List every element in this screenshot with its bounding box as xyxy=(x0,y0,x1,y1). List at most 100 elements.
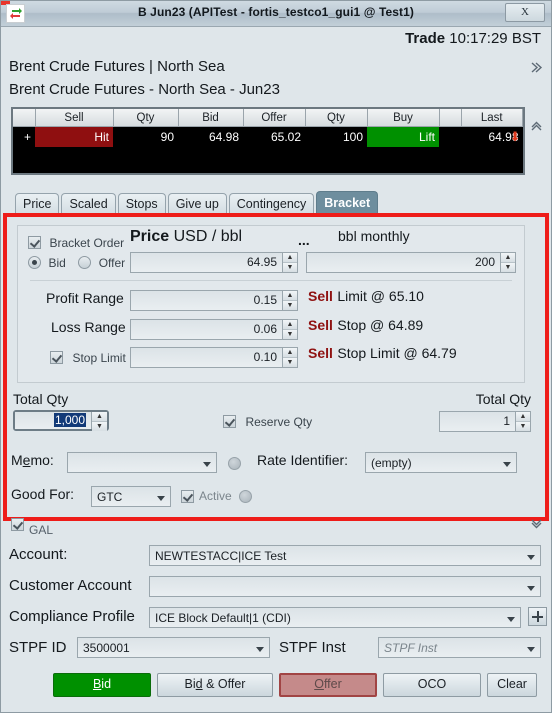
good-for-select[interactable]: GTC xyxy=(91,486,171,507)
bid-button[interactable]: Bid xyxy=(53,673,151,697)
stop-limit-step-up[interactable]: ▲ xyxy=(283,348,297,358)
reserve-qty-row[interactable]: Reserve Qty xyxy=(223,413,312,431)
instrument-name: Brent Crude Futures | North Sea xyxy=(9,58,225,75)
account-select[interactable]: NEWTESTACC|ICE Test xyxy=(149,545,541,566)
bid-and-offer-button[interactable]: Bid & Offer xyxy=(157,673,273,697)
expand-right-icon[interactable] xyxy=(530,61,543,77)
tab-bracket[interactable]: Bracket xyxy=(316,191,379,214)
market-depth-grid[interactable]: Sell Qty Bid Offer Qty Buy Last + Hit 90… xyxy=(11,107,525,175)
oco-button[interactable]: OCO xyxy=(383,673,481,697)
bracket-fields-group: Bracket Order Price USD / bbl ... bbl mo… xyxy=(17,225,525,383)
tab-price[interactable]: Price xyxy=(15,193,60,214)
profit-range-step-down[interactable]: ▼ xyxy=(283,301,297,310)
stop-limit-stepper[interactable]: ▲ ▼ xyxy=(282,347,298,368)
active-checkbox[interactable] xyxy=(181,490,194,503)
hit-button[interactable]: Hit xyxy=(35,126,113,147)
col-qty-sell[interactable]: Qty xyxy=(113,109,179,127)
qty-ellipsis[interactable]: ... xyxy=(298,232,310,248)
close-button[interactable]: X xyxy=(505,3,545,22)
rate-identifier-label: Rate Identifier: xyxy=(257,452,349,468)
stop-limit-label: Stop Limit xyxy=(72,351,126,365)
quantity-step-down[interactable]: ▼ xyxy=(501,263,515,272)
loss-range-step-up[interactable]: ▲ xyxy=(283,320,297,330)
down-arrow-icon: ⬇ xyxy=(509,129,521,144)
bracket-order-checkbox-row[interactable]: Bracket Order xyxy=(28,234,124,252)
col-bid[interactable]: Bid xyxy=(178,109,244,127)
total-qty-left-spinner[interactable]: 1,000 ▲ ▼ xyxy=(13,410,109,431)
profit-range-spinner[interactable]: 0.15 ▲ ▼ xyxy=(130,290,298,311)
stop-limit-result: Sell Stop Limit @ 64.79 xyxy=(308,345,457,363)
quantity-step-up[interactable]: ▲ xyxy=(501,253,515,263)
bracket-order-checkbox[interactable] xyxy=(28,236,41,249)
memo-select[interactable] xyxy=(67,452,217,473)
col-last[interactable]: Last xyxy=(461,109,523,127)
total-qty-right-stepper[interactable]: ▲ ▼ xyxy=(515,411,531,432)
price-heading-bold: Price xyxy=(130,228,170,245)
grid-header-row: Sell Qty Bid Offer Qty Buy Last xyxy=(13,109,523,127)
price-step-down[interactable]: ▼ xyxy=(283,263,297,272)
clear-button[interactable]: Clear xyxy=(487,673,537,697)
total-qty-right-step-up[interactable]: ▲ xyxy=(516,412,530,422)
profit-range-stepper[interactable]: ▲ ▼ xyxy=(282,290,298,311)
col-buy[interactable]: Buy xyxy=(367,109,440,127)
compliance-profile-select[interactable]: ICE Block Default|1 (CDI) xyxy=(149,607,521,628)
stop-limit-step-down[interactable]: ▼ xyxy=(283,358,297,367)
memo-status-indicator xyxy=(228,457,241,470)
quantity-input[interactable]: 200 xyxy=(306,252,500,273)
collapse-up-icon[interactable] xyxy=(530,119,543,135)
total-qty-left-input[interactable]: 1,000 xyxy=(15,412,91,429)
loss-range-step-down[interactable]: ▼ xyxy=(283,330,297,339)
stop-limit-checkbox[interactable] xyxy=(50,351,63,364)
reserve-qty-checkbox[interactable] xyxy=(223,415,236,428)
tab-give-up[interactable]: Give up xyxy=(167,193,227,214)
stpf-inst-label: STPF Inst xyxy=(279,639,346,656)
lift-button[interactable]: Lift xyxy=(367,126,439,147)
loss-range-input[interactable]: 0.06 xyxy=(130,319,282,340)
order-type-tabs: Price Scaled Stops Give up Contingency Bracke… xyxy=(15,191,380,214)
tab-contingency[interactable]: Contingency xyxy=(228,193,315,214)
table-row[interactable]: + Hit 90 64.98 65.02 100 Lift 64.98 ⬇ xyxy=(13,126,523,148)
stop-limit-checkbox-row[interactable]: Stop Limit xyxy=(50,349,126,367)
total-qty-left-stepper[interactable]: ▲ ▼ xyxy=(91,412,107,431)
collapse-down-icon[interactable] xyxy=(530,517,543,533)
trade-timestamp: Trade 10:17:29 BST xyxy=(405,30,541,47)
total-qty-left-step-down[interactable]: ▼ xyxy=(92,422,107,431)
side-offer-label: Offer xyxy=(98,256,126,270)
title-bar: B Jun23 (APITest - fortis_testco1_gui1 @… xyxy=(1,1,551,27)
loss-result-side: Sell xyxy=(308,317,333,333)
profit-range-step-up[interactable]: ▲ xyxy=(283,291,297,301)
customer-account-select[interactable] xyxy=(149,576,541,597)
price-input[interactable]: 64.95 xyxy=(130,252,282,273)
col-offer[interactable]: Offer xyxy=(243,109,306,127)
stpf-inst-select[interactable]: STPF Inst xyxy=(378,637,541,658)
stpf-id-select[interactable]: 3500001 xyxy=(77,637,270,658)
profit-result-text: Limit @ 65.10 xyxy=(337,288,424,304)
profit-range-input[interactable]: 0.15 xyxy=(130,290,282,311)
tab-stops[interactable]: Stops xyxy=(117,193,166,214)
side-bid-radio[interactable] xyxy=(28,256,41,269)
price-stepper[interactable]: ▲ ▼ xyxy=(282,252,298,273)
plus-icon[interactable] xyxy=(528,607,547,626)
quantity-stepper[interactable]: ▲ ▼ xyxy=(500,252,516,273)
total-qty-left-step-up[interactable]: ▲ xyxy=(92,412,107,422)
price-spinner[interactable]: 64.95 ▲ ▼ xyxy=(130,252,298,273)
stop-limit-spinner[interactable]: 0.10 ▲ ▼ xyxy=(130,347,298,368)
quantity-spinner[interactable]: 200 ▲ ▼ xyxy=(306,252,516,273)
col-sell[interactable]: Sell xyxy=(35,109,114,127)
loss-range-spinner[interactable]: 0.06 ▲ ▼ xyxy=(130,319,298,340)
side-offer-radio[interactable] xyxy=(78,256,92,269)
rate-identifier-select[interactable]: (empty) xyxy=(365,452,517,473)
total-qty-right-spinner[interactable]: 1 ▲ ▼ xyxy=(439,411,531,432)
side-radio-group[interactable]: Bid Offer xyxy=(28,254,125,272)
stop-limit-input[interactable]: 0.10 xyxy=(130,347,282,368)
tab-scaled[interactable]: Scaled xyxy=(61,193,116,214)
gal-checkbox[interactable] xyxy=(11,518,24,531)
stop-limit-result-side: Sell xyxy=(308,345,333,361)
loss-range-stepper[interactable]: ▲ ▼ xyxy=(282,319,298,340)
total-qty-right-input[interactable]: 1 xyxy=(439,411,515,432)
price-step-up[interactable]: ▲ xyxy=(283,253,297,263)
col-qty-buy[interactable]: Qty xyxy=(305,109,368,127)
row-expand-toggle[interactable]: + xyxy=(13,127,35,148)
offer-button[interactable]: Offer xyxy=(279,673,377,697)
total-qty-right-step-down[interactable]: ▼ xyxy=(516,422,530,431)
